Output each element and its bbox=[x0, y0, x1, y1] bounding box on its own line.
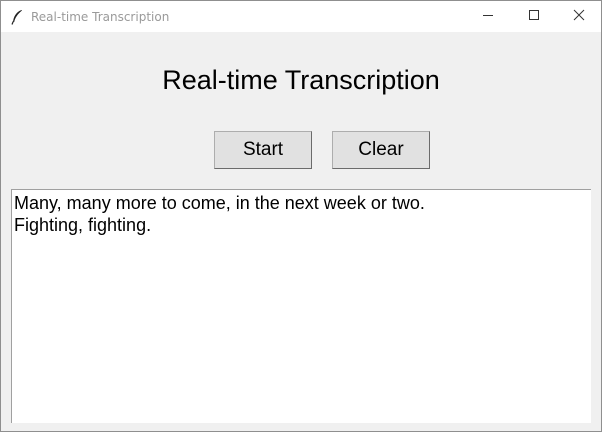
transcript-line: Fighting, fighting. bbox=[14, 215, 152, 235]
close-icon bbox=[573, 8, 585, 26]
clear-button[interactable]: Clear bbox=[332, 131, 430, 169]
title-bar[interactable]: Real-time Transcription bbox=[1, 1, 601, 32]
app-window: Real-time Transcription Real-time Transc… bbox=[0, 0, 602, 432]
minimize-icon bbox=[482, 8, 494, 26]
feather-icon bbox=[10, 9, 24, 25]
page-title: Real-time Transcription bbox=[162, 65, 440, 95]
maximize-icon bbox=[528, 8, 540, 26]
minimize-button[interactable] bbox=[465, 1, 511, 32]
transcript-line: Many, many more to come, in the next wee… bbox=[14, 193, 425, 213]
maximize-button[interactable] bbox=[511, 1, 557, 32]
start-button[interactable]: Start bbox=[214, 131, 312, 169]
transcript-textarea[interactable]: Many, many more to come, in the next wee… bbox=[11, 189, 591, 423]
window-title: Real-time Transcription bbox=[31, 10, 170, 24]
close-button[interactable] bbox=[556, 1, 602, 32]
